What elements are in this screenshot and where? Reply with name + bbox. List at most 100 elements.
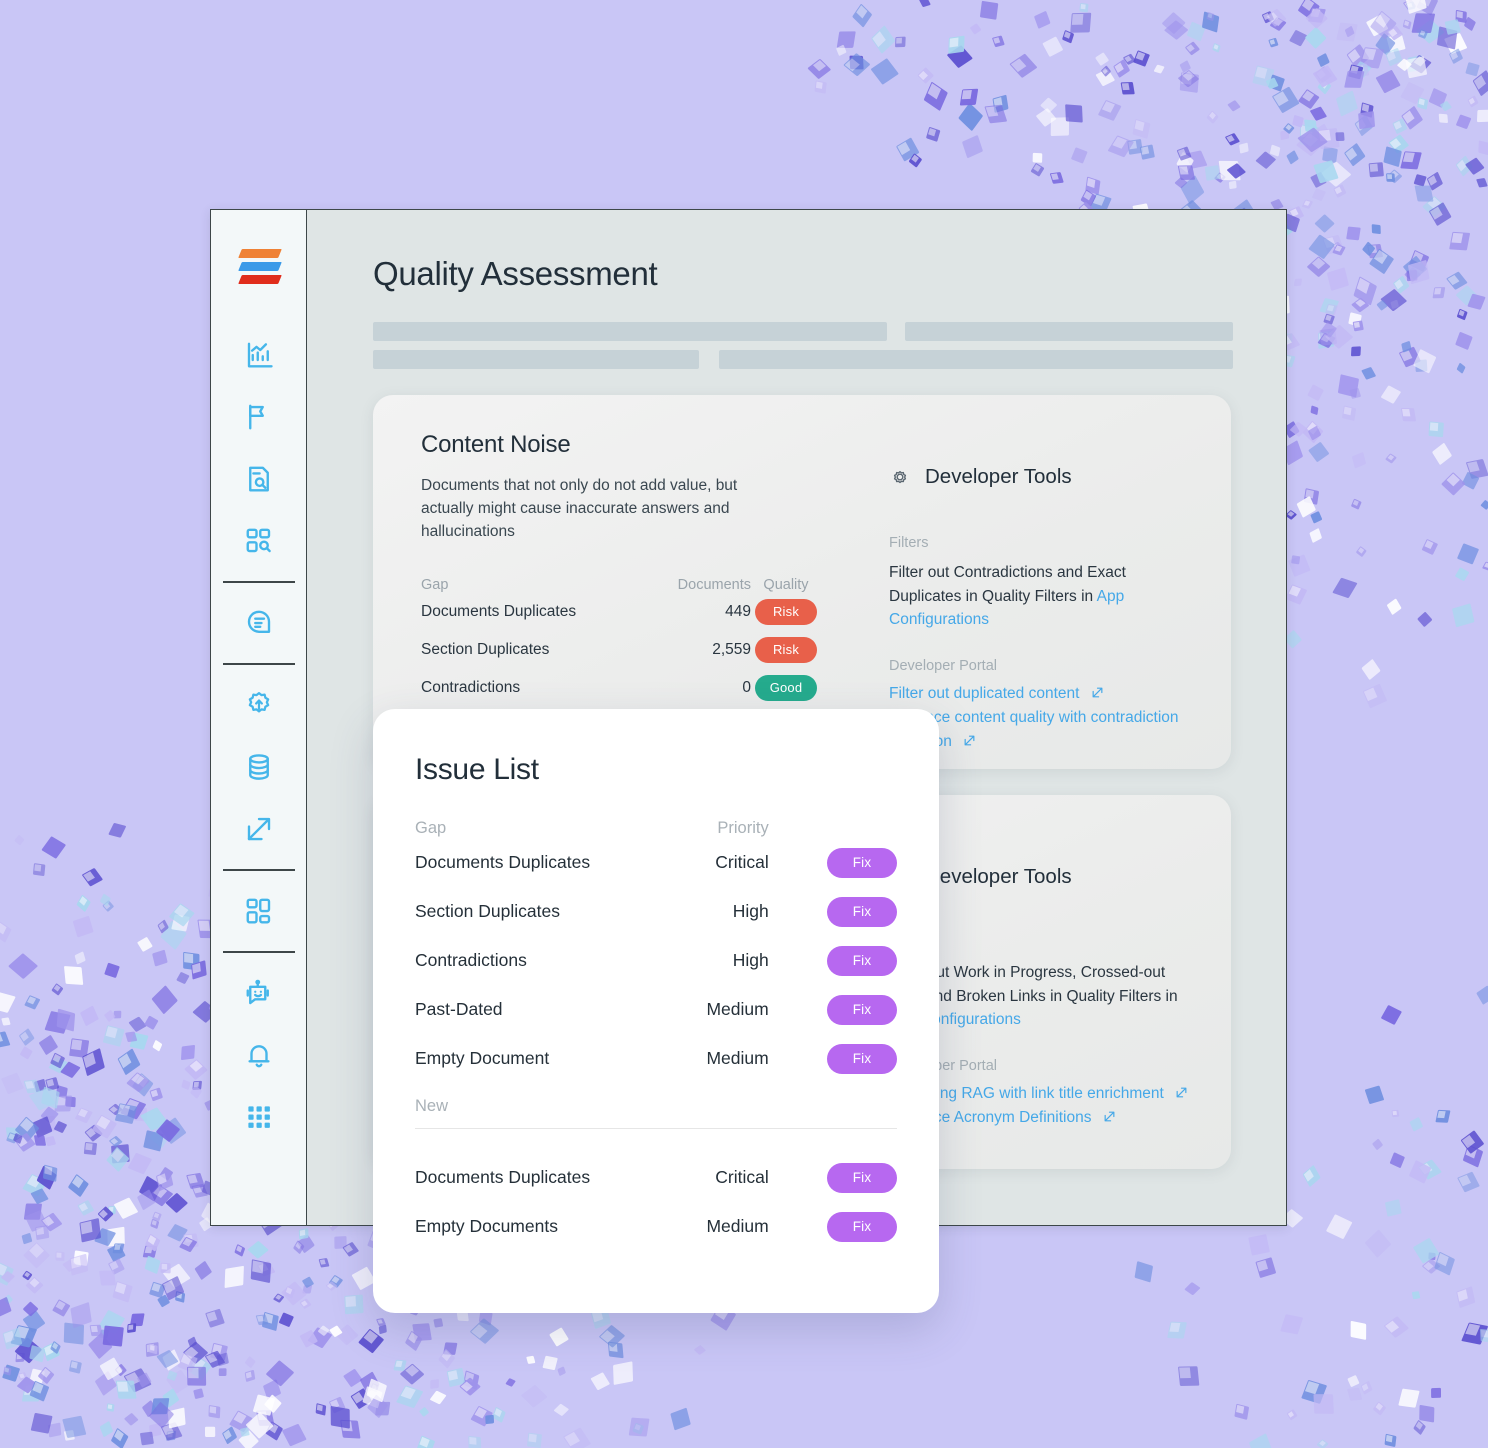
issue-priority: Critical <box>715 1167 769 1187</box>
issue-table-header: Gap Priority <box>415 819 897 838</box>
sidebar-divider-4 <box>222 951 295 953</box>
sidebar-divider-3 <box>222 869 295 871</box>
logo-bar-blue <box>237 261 282 271</box>
list-item: Past-Dated Medium Fix <box>415 985 897 1034</box>
sidebar-item-grid-search[interactable] <box>228 510 290 572</box>
issue-gap-name: Empty Documents <box>415 1216 558 1236</box>
skeleton-bar <box>719 350 1233 369</box>
fix-button[interactable]: Fix <box>827 1211 897 1242</box>
sidebar-item-dashboard[interactable] <box>228 880 290 942</box>
external-link-icon <box>1091 686 1104 699</box>
column-header-priority: Priority <box>717 819 769 837</box>
sidebar-item-document-search[interactable] <box>228 448 290 510</box>
list-item: Empty Documents Medium Fix <box>415 1202 897 1251</box>
bell-icon <box>247 1045 270 1068</box>
developer-tools-panel: Developer Tools Filters Filter out Contr… <box>889 465 1189 755</box>
list-item: Contradictions High Fix <box>415 936 897 985</box>
new-section-label: New <box>415 1097 449 1115</box>
flag-icon <box>248 404 264 430</box>
modal-title: Issue List <box>415 753 539 786</box>
gap-name: Contradictions <box>421 679 521 697</box>
column-header-gap: Gap <box>415 819 447 837</box>
issue-gap-name: Empty Document <box>415 1048 550 1068</box>
content-noise-left-column: Content Noise Documents that not only do… <box>421 431 821 745</box>
sidebar <box>211 210 307 1225</box>
fix-button[interactable]: Fix <box>827 945 897 976</box>
gear-upload-icon <box>248 692 269 713</box>
skeleton-bar <box>373 322 887 341</box>
fix-button[interactable]: Fix <box>827 847 897 878</box>
sidebar-item-flags[interactable] <box>228 386 290 448</box>
stacked-layers-logo[interactable] <box>235 242 283 290</box>
filters-description: Filter out Contradictions and Exact Dupl… <box>889 561 1189 632</box>
table-row: Documents Duplicates 449 Risk <box>421 593 821 631</box>
new-issues-group: Documents Duplicates Critical Fix Empty … <box>415 1153 897 1251</box>
external-link-icon <box>1103 1110 1116 1123</box>
status-badge: Risk <box>755 599 817 626</box>
column-header-quality: Quality <box>763 577 809 594</box>
fix-button[interactable]: Fix <box>827 1043 897 1074</box>
analytics-chart-icon <box>247 342 273 368</box>
gear-icon <box>889 466 911 488</box>
list-item: Documents Duplicates Critical Fix <box>415 838 897 887</box>
sidebar-item-chat[interactable] <box>228 592 290 654</box>
issue-priority: High <box>732 901 769 921</box>
gap-name: Section Duplicates <box>421 641 550 659</box>
sidebar-divider-1 <box>222 581 295 583</box>
developer-portal-label: Developer Portal <box>889 657 997 674</box>
chat-document-icon <box>247 610 270 633</box>
table-row: Section Duplicates 2,559 Risk <box>421 631 821 669</box>
document-search-icon <box>248 466 269 492</box>
list-item: Documents Duplicates Critical Fix <box>415 1153 897 1202</box>
skeleton-bar <box>905 322 1233 341</box>
gap-count: 449 <box>725 603 751 621</box>
gap-table-header: Gap Documents Quality <box>421 577 821 593</box>
issue-gap-name: Documents Duplicates <box>415 852 591 872</box>
robot-icon <box>246 979 269 1005</box>
column-header-gap: Gap <box>421 577 449 594</box>
issue-gap-name: Section Duplicates <box>415 901 560 921</box>
logo-bar-orange <box>237 248 282 258</box>
database-icon <box>248 754 269 780</box>
status-badge: Good <box>755 675 817 702</box>
section-divider <box>415 1128 897 1129</box>
sidebar-item-analytics[interactable] <box>228 324 290 386</box>
external-link-icon <box>1175 1086 1188 1099</box>
apps-grid-icon <box>247 1106 270 1128</box>
issue-list-modal: Issue List Gap Priority Documents Duplic… <box>373 709 939 1313</box>
developer-tools-title: Developer Tools <box>925 465 1072 488</box>
issue-gap-name: Contradictions <box>415 950 527 970</box>
table-row: Contradictions 0 Good <box>421 669 821 707</box>
fix-button[interactable]: Fix <box>827 994 897 1025</box>
filters-text: Filter out Contradictions and Exact Dupl… <box>889 564 1126 605</box>
issue-priority: Medium <box>706 1048 769 1068</box>
sidebar-item-bot[interactable] <box>228 962 290 1024</box>
issue-priority: Medium <box>706 999 769 1019</box>
issue-priority: Critical <box>715 852 769 872</box>
card-description: Documents that not only do not add value… <box>421 477 738 540</box>
sidebar-item-notifications[interactable] <box>228 1024 290 1086</box>
issue-priority: High <box>732 950 769 970</box>
logo-bar-red <box>237 274 282 284</box>
gap-count: 0 <box>742 679 751 697</box>
sidebar-item-settings[interactable] <box>228 674 290 736</box>
sidebar-divider-2 <box>222 663 295 665</box>
issue-gap-name: Documents Duplicates <box>415 1167 591 1187</box>
issue-gap-name: Past-Dated <box>415 999 503 1019</box>
portal-link[interactable]: Filter out duplicated content <box>889 685 1079 702</box>
fix-button[interactable]: Fix <box>827 1162 897 1193</box>
gap-name: Documents Duplicates <box>421 603 577 621</box>
external-link-icon <box>247 817 270 841</box>
fix-button[interactable]: Fix <box>827 896 897 927</box>
external-link-icon <box>963 734 976 747</box>
list-item: Empty Document Medium Fix <box>415 1034 897 1083</box>
page-title: Quality Assessment <box>373 255 658 292</box>
sidebar-item-open-external[interactable] <box>228 798 290 860</box>
sidebar-item-apps[interactable] <box>228 1086 290 1148</box>
column-header-documents: Documents <box>677 577 751 594</box>
sidebar-item-data-sources[interactable] <box>228 736 290 798</box>
card-title: Content Noise <box>421 431 571 458</box>
grid-search-icon <box>246 528 271 553</box>
issue-priority: Medium <box>706 1216 769 1236</box>
filters-label: Filters <box>889 535 929 551</box>
